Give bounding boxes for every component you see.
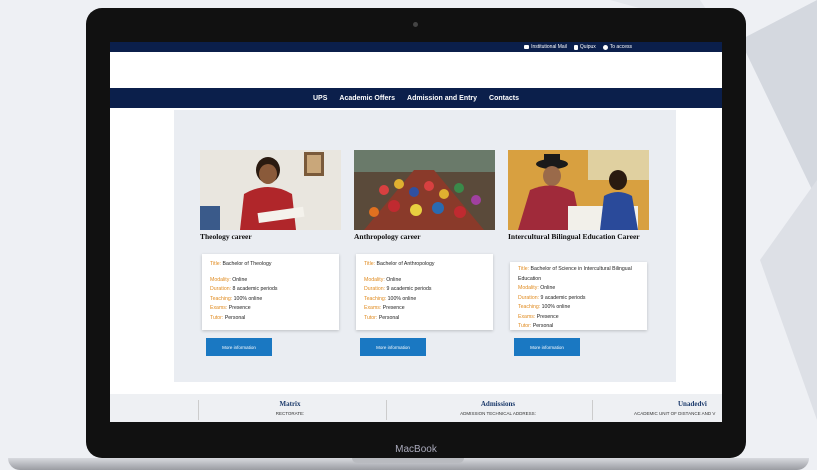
card-details: Title: Bachelor of Anthropology Modality… — [356, 254, 493, 330]
career-card-anthropology: Anthropology career Title: Bachelor of A… — [354, 150, 495, 356]
nav-item-ups[interactable]: UPS — [313, 95, 327, 102]
footer-divider — [386, 400, 387, 420]
site-header — [110, 52, 722, 88]
career-card-intercultural: Intercultural Bilingual Education Career… — [508, 150, 649, 356]
utility-bar: Institutional Mail Quipux To access — [110, 42, 722, 52]
nav-item-contacts[interactable]: Contacts — [489, 95, 519, 102]
nav-item-academic-offers[interactable]: Academic Offers — [339, 95, 395, 102]
footer-col-matrix: Matrix RECTORATE: — [275, 400, 305, 416]
laptop-base — [8, 458, 809, 470]
career-card-theology: Theology career Title: Bachelor of Theol… — [200, 150, 341, 356]
anthropology-photo — [354, 150, 495, 230]
footer-col-unadedvi: Unadedvi ACADEMIC UNIT OF DISTANCE AND V — [634, 400, 716, 416]
user-icon — [602, 44, 608, 50]
more-information-button[interactable]: More information — [514, 338, 580, 356]
footer-divider — [198, 400, 199, 420]
to-access-link[interactable]: To access — [602, 44, 632, 50]
careers-section: Theology career Title: Bachelor of Theol… — [174, 110, 676, 382]
card-details: Title: Bachelor of Science in Intercultu… — [510, 262, 647, 330]
card-title: Theology career — [200, 232, 252, 241]
browser-screen: Institutional Mail Quipux To access UPS … — [110, 42, 722, 422]
nav-item-admission[interactable]: Admission and Entry — [407, 95, 477, 102]
quipux-link[interactable]: Quipux — [573, 44, 596, 50]
device-brand-label: MacBook — [395, 444, 437, 455]
card-title: Anthropology career — [354, 232, 421, 241]
site-footer: Matrix RECTORATE: Admissions ADMISSION T… — [110, 394, 722, 422]
footer-divider — [592, 400, 593, 420]
camera-icon — [413, 22, 418, 27]
document-icon — [573, 44, 578, 50]
footer-col-admissions: Admissions ADMISSION TECHNICAL ADDRESS: — [460, 400, 536, 416]
intercultural-photo — [508, 150, 649, 230]
main-nav: UPS Academic Offers Admission and Entry … — [110, 88, 722, 108]
mail-icon — [524, 45, 530, 49]
theology-photo — [200, 150, 341, 230]
card-title: Intercultural Bilingual Education Career — [508, 232, 640, 241]
card-details: Title: Bachelor of Theology Modality: On… — [202, 254, 339, 330]
more-information-button[interactable]: More information — [206, 338, 272, 356]
laptop-notch — [352, 458, 464, 463]
laptop-frame: Institutional Mail Quipux To access UPS … — [86, 8, 746, 458]
more-information-button[interactable]: More information — [360, 338, 426, 356]
institutional-mail-link[interactable]: Institutional Mail — [524, 44, 567, 50]
